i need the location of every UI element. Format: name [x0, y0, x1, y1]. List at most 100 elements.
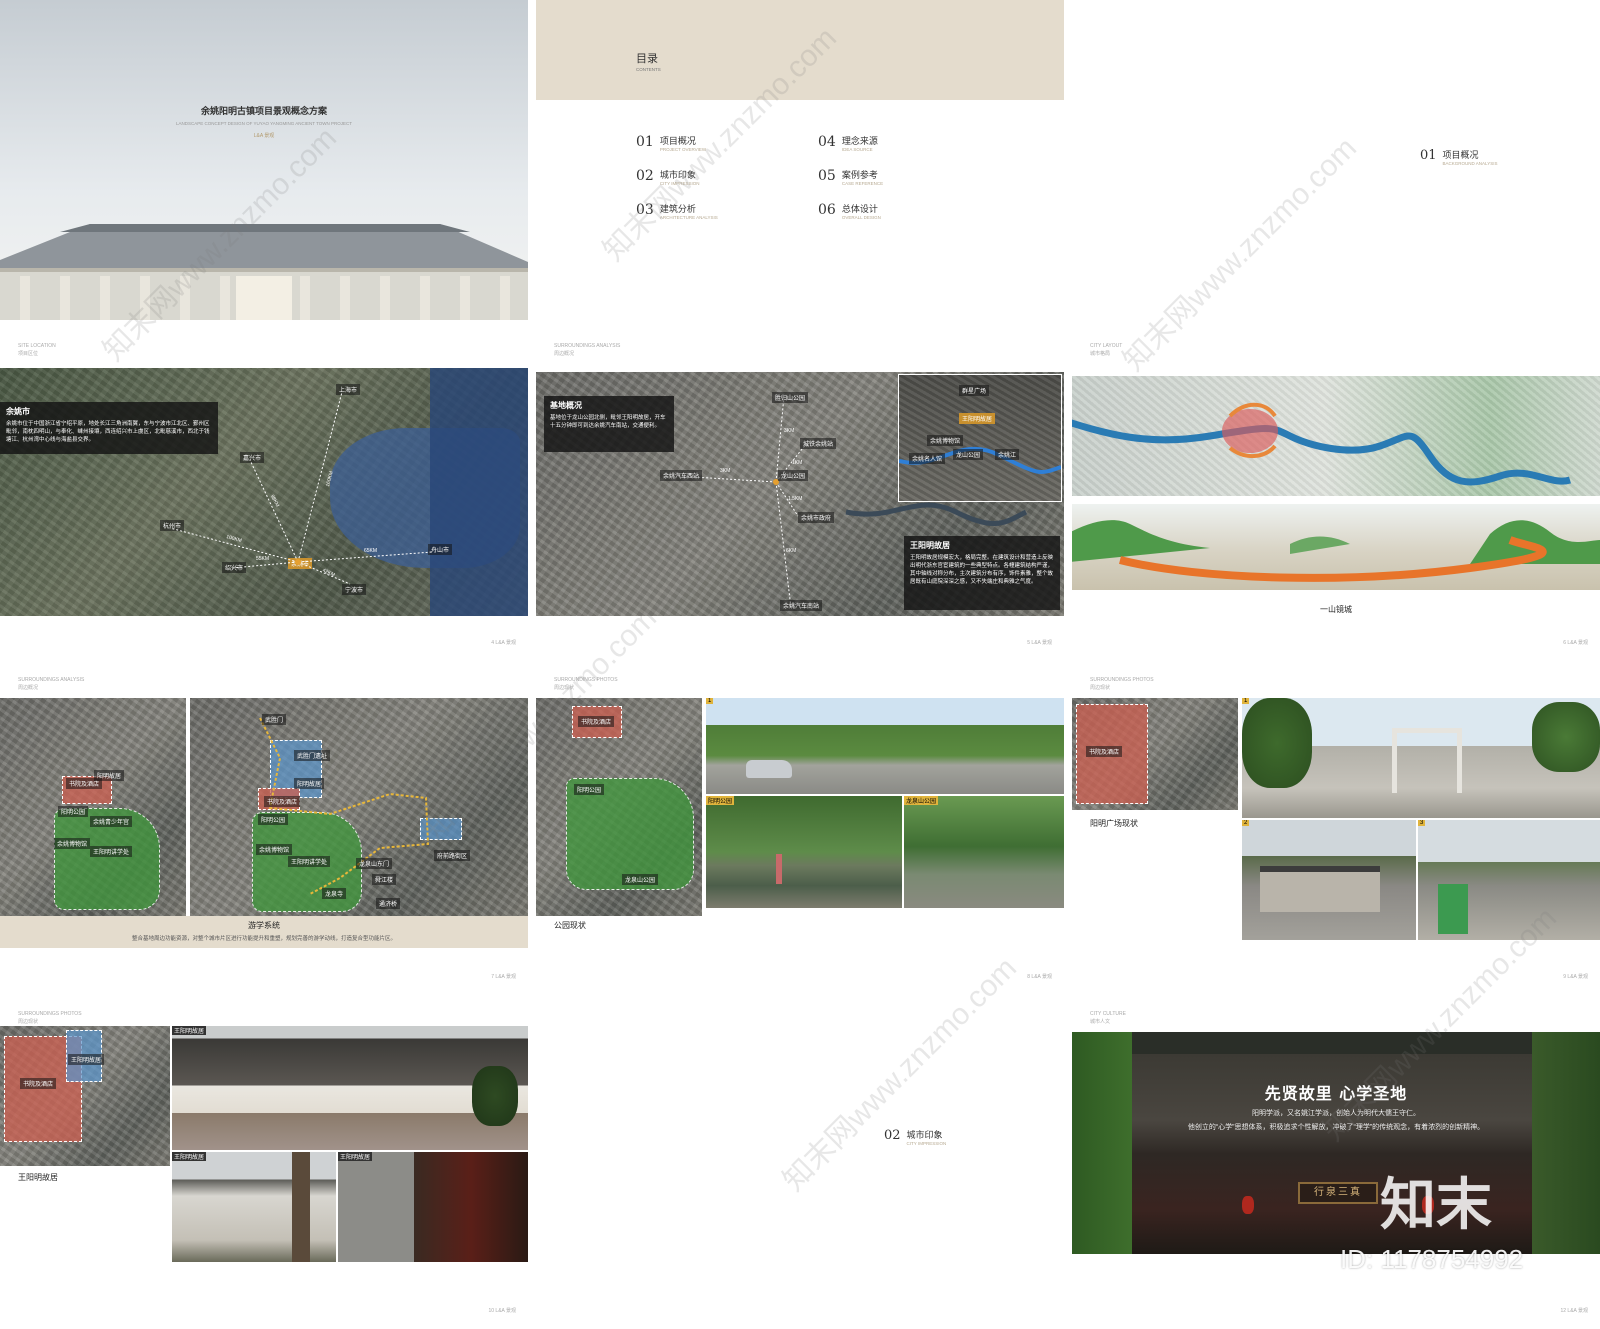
- header-en: SITE LOCATION: [18, 343, 56, 349]
- toc-num: 05: [818, 168, 836, 184]
- header-en: SURROUNDINGS PHOTOS: [18, 1011, 82, 1017]
- photo-tag: 王阳明故居: [172, 1152, 207, 1161]
- old-tree: [292, 1152, 310, 1262]
- ancestral-hall-photo: 先贤故里 心学圣地 阳明学派，又名姚江学派，创始人为明代大儒王守仁。 他创立的“…: [1072, 1032, 1600, 1254]
- toc-item-4[interactable]: 04 理念来源 IDEA SOURCE: [818, 134, 878, 152]
- toc-label: 城市印象: [659, 171, 696, 181]
- info-box-residence: 王阳明故居 王阳明故居规模宏大，格局完整。在建筑设计和营造上反映出明代浙东官宦建…: [904, 536, 1060, 610]
- toc-num: 02: [636, 168, 654, 184]
- toc-label: 项目概况: [659, 137, 696, 147]
- header-zh: 周边现状: [554, 685, 575, 691]
- toc-item-6[interactable]: 06 总体设计 OVERALL DESIGN: [818, 202, 881, 220]
- toc-item-3[interactable]: 03 建筑分析 ARCHITECTURE ANALYSIS: [636, 202, 718, 220]
- toc-item-5[interactable]: 05 案例参考 CASE REFERENCE: [818, 168, 883, 186]
- header-en: SURROUNDINGS ANALYSIS: [554, 343, 621, 349]
- slide-header: SURROUNDINGS PHOTOS 周边现状: [1090, 676, 1154, 692]
- distance-label: 65KM: [364, 548, 378, 554]
- map-label: 阳明公园: [58, 806, 89, 817]
- city-panorama: [1072, 504, 1600, 590]
- residence-courtyard-photo: 王阳明故居: [172, 1026, 528, 1150]
- map-label: 王阳明故居: [68, 1054, 105, 1065]
- toc-label-en: CASE REFERENCE: [841, 181, 884, 186]
- photo-tag: 王阳明故居: [338, 1152, 373, 1161]
- toc-label: 理念来源: [841, 137, 878, 147]
- section-num: 02: [884, 1128, 901, 1143]
- lantern: [1242, 1196, 1254, 1214]
- section-02-slide: 02 城市印象 CITY IMPRESSION: [536, 1002, 1064, 1322]
- photo-tag: 王阳明故居: [172, 1026, 207, 1035]
- map-label: 城铁余姚站: [800, 438, 837, 449]
- tree-left: [1242, 698, 1312, 788]
- surroundings-analysis-slide: SURROUNDINGS ANALYSIS 周边概况 基地概况 基地位于龙山公园北…: [536, 334, 1064, 654]
- photo-tag: 1: [706, 698, 714, 704]
- inset-map: 群星广场 王阳明故居 余姚博物馆 余姚名人馆 龙山公园 余姚江: [898, 374, 1062, 502]
- slide-header: CITY CULTURE 城市人文: [1090, 1010, 1126, 1026]
- page-number: 8 L&A 景观: [1027, 974, 1052, 980]
- memorial-arch-photo: 1: [1242, 698, 1600, 818]
- inset-label: 余姚江: [995, 449, 1020, 460]
- visitor-figure: [776, 854, 782, 884]
- residence-location-map: 书院及酒店 王阳明故居: [0, 1026, 170, 1166]
- contents-slide: 目录 CONTENTS 01 项目概况 PROJECT OVERVIEW 02 城…: [536, 0, 1064, 320]
- cover-slide: 余姚阳明古镇项目景观概念方案 LANDSCAPE CONCEPT DESIGN …: [0, 0, 528, 320]
- map-label: 阳明公园: [258, 814, 289, 825]
- distance-label: 55KM: [256, 556, 270, 562]
- inset-label: 群星广场: [959, 385, 990, 396]
- watermark-id: ID: 1178754992: [1340, 1244, 1524, 1274]
- map-label: 龙泉山东门: [356, 858, 393, 869]
- section-title: 项目概况: [1442, 151, 1479, 161]
- map-label: 龙泉山公园: [622, 874, 659, 885]
- study-tour-slide: SURROUNDINGS ANALYSIS 周边概况 阳明故居 书院及酒店 阳明公…: [0, 668, 528, 988]
- section-title-en: CITY IMPRESSION: [906, 1141, 947, 1146]
- map-label: 书院及酒店: [264, 796, 301, 807]
- photo-tag: 龙泉山公园: [904, 796, 939, 805]
- parked-car: [746, 760, 792, 778]
- map-label: 王阳明讲学处: [288, 856, 331, 867]
- park-status-slide: SURROUNDINGS PHOTOS 周边现状 书院及酒店 阳明公园 龙泉山公园…: [536, 668, 1064, 988]
- screen-wall: [1260, 866, 1380, 912]
- map-label: 书院及酒店: [578, 716, 615, 727]
- toc-label-en: OVERALL DESIGN: [841, 215, 881, 220]
- toc-label-en: IDEA SOURCE: [841, 147, 873, 152]
- tree-right: [1532, 702, 1600, 772]
- toc-item-2[interactable]: 02 城市印象 CITY IMPRESSION: [636, 168, 700, 186]
- section-title: 城市印象: [906, 1131, 943, 1141]
- slide-header: SURROUNDINGS ANALYSIS 周边概况: [18, 676, 84, 692]
- section-heading: 01 项目概况 BACKGROUND ANALYSIS: [1420, 148, 1497, 166]
- map-label: 余姚博物馆: [54, 838, 91, 849]
- park-location-map: 书院及酒店 阳明公园 龙泉山公园: [536, 698, 702, 916]
- culture-title: 先贤故里 心学圣地: [1264, 1084, 1408, 1103]
- map-label: 武胜门: [262, 714, 287, 725]
- square-location-map: 书院及酒店: [1072, 698, 1238, 810]
- photo-tag: 3: [1418, 820, 1426, 826]
- map-label: 书院及酒店: [1086, 746, 1123, 757]
- plaza-steps-photo: 3: [1418, 820, 1600, 940]
- distance-label: 1KM: [792, 460, 803, 466]
- section-heading: 02 城市印象 CITY IMPRESSION: [884, 1128, 946, 1146]
- photo-tag: 阳明公园: [706, 796, 735, 805]
- inset-label: 余姚博物馆: [927, 435, 964, 446]
- map-label: 书院及酒店: [20, 1078, 57, 1089]
- contents-header-band: [536, 0, 1064, 100]
- info-box-title: 王阳明故居: [910, 541, 950, 550]
- map-label: 余姚博物馆: [256, 844, 293, 855]
- park-street-photo: 1: [706, 698, 1064, 794]
- photo-tag: 2: [1242, 820, 1250, 826]
- distance-label: 6KM: [786, 548, 797, 554]
- culture-text-2: 他创立的“心学”思想体系，积极追求个性解放，冲破了“理学”的传统观念，有着浓烈的…: [1187, 1124, 1485, 1131]
- city-plan-map: [1072, 376, 1600, 496]
- pine-tree: [472, 1066, 518, 1126]
- page-number: 12 L&A 景观: [1560, 1308, 1588, 1314]
- map-label: 余姚汽车南站: [780, 600, 823, 611]
- memorial-arch: [1392, 728, 1462, 793]
- tree-left: [1072, 1032, 1132, 1254]
- header-en: SURROUNDINGS PHOTOS: [1090, 677, 1154, 683]
- caption: 阳明广场现状: [1090, 819, 1138, 828]
- section-title-en: BACKGROUND ANALYSIS: [1442, 161, 1498, 166]
- residence-wall-photo: 王阳明故居: [172, 1152, 336, 1262]
- toc-item-1[interactable]: 01 项目概况 PROJECT OVERVIEW: [636, 134, 706, 152]
- header-en: CITY CULTURE: [1090, 1011, 1126, 1017]
- map-label: 龙山公园: [778, 470, 809, 481]
- page-number: 5 L&A 景观: [1027, 640, 1052, 646]
- map-label: 武胜门遗址: [294, 750, 331, 761]
